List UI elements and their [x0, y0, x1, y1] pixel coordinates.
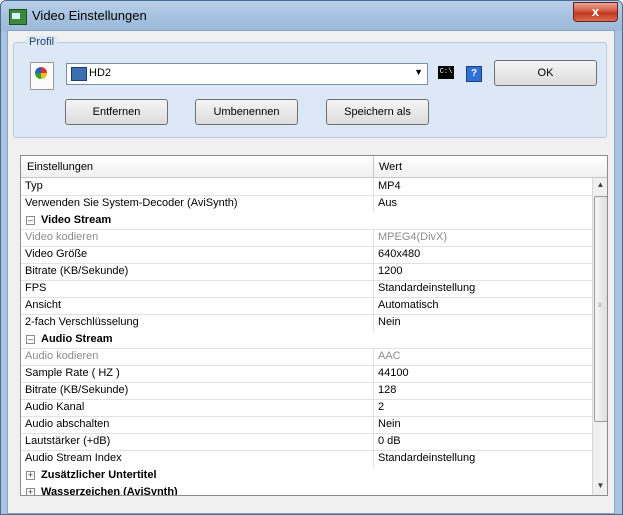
settings-grid: Einstellungen Wert Typ MP4 Verwenden Sie…: [20, 155, 608, 496]
app-icon: [9, 9, 27, 25]
property-value[interactable]: 0 dB: [378, 435, 401, 447]
property-row[interactable]: Typ MP4: [21, 178, 592, 196]
property-row: Audio kodieren AAC: [21, 348, 592, 366]
property-value[interactable]: 2: [378, 401, 384, 413]
grip-icon: ≡: [598, 303, 602, 309]
category-row-video-stream[interactable]: – Video Stream: [21, 212, 592, 230]
profile-dropdown-value: HD2: [89, 67, 112, 79]
property-value[interactable]: 640x480: [378, 248, 420, 260]
remove-button[interactable]: Entfernen: [65, 99, 168, 125]
property-name: Bitrate (KB/Sekunde): [25, 265, 129, 277]
category-name: Zusätzlicher Untertitel: [41, 469, 157, 481]
column-divider[interactable]: [373, 156, 374, 177]
expand-icon[interactable]: +: [26, 488, 35, 495]
property-name: Video Größe: [25, 248, 88, 260]
rename-button[interactable]: Umbenennen: [195, 99, 298, 125]
category-name: Audio Stream: [41, 333, 113, 345]
property-name: Lautstärker (+dB): [25, 435, 111, 447]
property-value[interactable]: Aus: [378, 197, 397, 209]
property-name: Verwenden Sie System-Decoder (AviSynth): [25, 197, 238, 209]
column-header-settings[interactable]: Einstellungen: [27, 161, 93, 173]
property-value: AAC: [378, 350, 401, 362]
property-value[interactable]: Automatisch: [378, 299, 439, 311]
scroll-down-icon[interactable]: ▼: [595, 481, 606, 495]
category-row-additional-subtitles[interactable]: + Zusätzlicher Untertitel: [21, 467, 592, 485]
property-name: Bitrate (KB/Sekunde): [25, 384, 129, 396]
property-name: Audio abschalten: [25, 418, 110, 430]
property-name: Audio Kanal: [25, 401, 85, 413]
property-row[interactable]: Bitrate (KB/Sekunde) 128: [21, 382, 592, 400]
title-bar[interactable]: Video Einstellungen x: [1, 1, 622, 31]
vertical-scrollbar[interactable]: ▲ ≡ ▼: [592, 178, 607, 495]
category-name: Video Stream: [41, 214, 112, 226]
expand-icon[interactable]: +: [26, 471, 35, 480]
category-row-audio-stream[interactable]: – Audio Stream: [21, 331, 592, 349]
category-name: Wasserzeichen (AviSynth): [41, 486, 178, 496]
ok-button[interactable]: OK: [494, 60, 597, 86]
property-row: Video kodieren MPEG4(DivX): [21, 229, 592, 247]
property-row[interactable]: Audio abschalten Nein: [21, 416, 592, 434]
command-line-icon[interactable]: C:\: [438, 66, 454, 79]
property-row[interactable]: Audio Kanal 2: [21, 399, 592, 417]
property-value: MPEG4(DivX): [378, 231, 448, 243]
property-row[interactable]: Bitrate (KB/Sekunde) 1200: [21, 263, 592, 281]
profile-group-label: Profil: [26, 36, 58, 48]
property-row[interactable]: Verwenden Sie System-Decoder (AviSynth) …: [21, 195, 592, 213]
property-value[interactable]: 128: [378, 384, 396, 396]
scrollbar-thumb[interactable]: ≡: [594, 196, 607, 422]
collapse-icon[interactable]: –: [26, 216, 35, 225]
property-row[interactable]: Sample Rate ( HZ ) 44100: [21, 365, 592, 383]
chevron-down-icon[interactable]: ▼: [414, 67, 423, 77]
film-icon: [71, 67, 87, 81]
save-as-button[interactable]: Speichern als: [326, 99, 429, 125]
scroll-up-icon[interactable]: ▲: [595, 180, 606, 194]
profile-icon: [30, 62, 54, 90]
property-value[interactable]: 44100: [378, 367, 409, 379]
property-row[interactable]: Audio Stream Index Standardeinstellung: [21, 450, 592, 468]
property-row[interactable]: FPS Standardeinstellung: [21, 280, 592, 298]
property-value[interactable]: Nein: [378, 418, 401, 430]
category-row-watermark[interactable]: + Wasserzeichen (AviSynth): [21, 484, 592, 496]
property-row[interactable]: Ansicht Automatisch: [21, 297, 592, 315]
property-name: Typ: [25, 180, 43, 192]
property-name: Audio kodieren: [25, 350, 99, 362]
property-value[interactable]: Standardeinstellung: [378, 452, 475, 464]
property-row[interactable]: Video Größe 640x480: [21, 246, 592, 264]
property-value[interactable]: Nein: [378, 316, 401, 328]
close-button[interactable]: x: [573, 2, 618, 22]
property-name: Ansicht: [25, 299, 62, 311]
property-name: Sample Rate ( HZ ): [25, 367, 120, 379]
window-title: Video Einstellungen: [32, 8, 147, 23]
grid-header: Einstellungen Wert: [21, 156, 607, 178]
property-value[interactable]: MP4: [378, 180, 401, 192]
help-icon[interactable]: ?: [466, 66, 482, 82]
property-name: Audio Stream Index: [25, 452, 122, 464]
profile-dropdown[interactable]: HD2 ▼: [66, 63, 428, 85]
property-row[interactable]: 2-fach Verschlüsselung Nein: [21, 314, 592, 332]
collapse-icon[interactable]: –: [26, 335, 35, 344]
property-row[interactable]: Lautstärker (+dB) 0 dB: [21, 433, 592, 451]
column-header-value[interactable]: Wert: [379, 161, 402, 173]
property-name: 2-fach Verschlüsselung: [25, 316, 139, 328]
property-name: FPS: [25, 282, 47, 294]
property-value[interactable]: Standardeinstellung: [378, 282, 475, 294]
property-value[interactable]: 1200: [378, 265, 402, 277]
property-name: Video kodieren: [25, 231, 99, 243]
